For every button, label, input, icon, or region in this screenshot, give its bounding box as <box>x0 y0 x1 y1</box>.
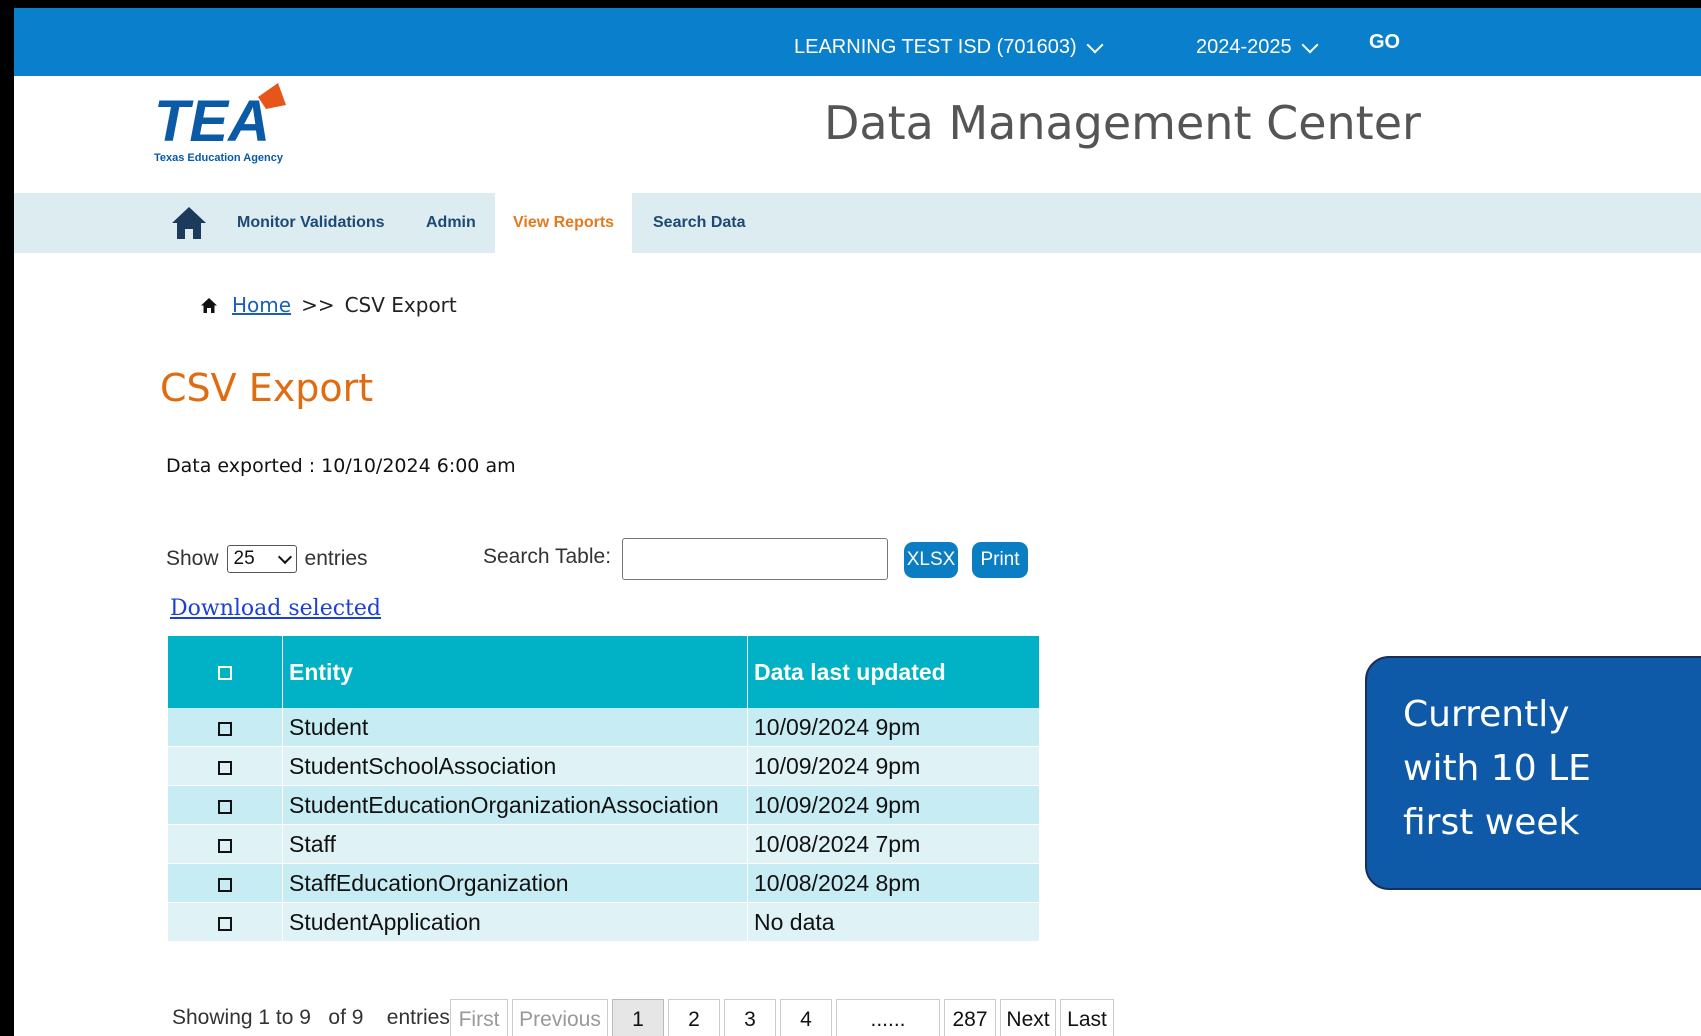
table-row: StudentApplication No data <box>168 902 1040 942</box>
data-exported-text: Data exported : 10/10/2024 6:00 am <box>166 455 516 477</box>
nav-monitor-validations[interactable]: Monitor Validations <box>237 193 385 253</box>
callout-line: Currently <box>1403 694 1570 735</box>
pagination-page[interactable]: 2 <box>668 999 720 1036</box>
table-row: StudentEducationOrganizationAssociation … <box>168 785 1040 825</box>
row-checkbox-cell[interactable] <box>168 746 283 786</box>
main-nav: Monitor Validations Admin View Reports S… <box>14 193 1701 253</box>
district-dropdown[interactable]: LEARNING TEST ISD (701603) <box>794 36 1104 59</box>
column-header-updated[interactable]: Data last updated <box>747 636 1040 708</box>
nav-search-data[interactable]: Search Data <box>653 193 746 253</box>
nav-admin[interactable]: Admin <box>426 193 476 253</box>
nav-view-reports[interactable]: View Reports <box>495 193 633 253</box>
row-checkbox[interactable] <box>218 838 232 853</box>
breadcrumb-separator: >> <box>301 293 335 317</box>
home-nav-button[interactable] <box>170 205 208 241</box>
download-selected-link[interactable]: Download selected <box>170 596 381 621</box>
entity-cell: StaffEducationOrganization <box>282 863 748 903</box>
pagination-page[interactable]: 1 <box>612 999 664 1036</box>
page-title: CSV Export <box>160 366 374 410</box>
tea-logo-icon: TEA Texas Education Agency <box>154 83 286 164</box>
tea-logo[interactable]: TEA Texas Education Agency <box>152 83 312 173</box>
entity-cell: StudentApplication <box>282 902 748 942</box>
app-title: Data Management Center <box>824 96 1421 150</box>
logo-subtitle: Texas Education Agency <box>154 152 284 164</box>
entries-select-value: 25 <box>233 548 255 569</box>
updated-cell: 10/09/2024 9pm <box>747 746 1040 786</box>
table-header-row: Entity Data last updated <box>168 636 1040 708</box>
row-checkbox[interactable] <box>218 877 232 892</box>
updated-cell: 10/09/2024 9pm <box>747 785 1040 825</box>
select-all-checkbox[interactable] <box>218 666 232 681</box>
updated-cell: No data <box>747 902 1040 942</box>
pagination: First Previous 1 2 3 4 ...... 287 Next L… <box>450 999 1118 1036</box>
home-icon <box>201 297 217 313</box>
table-row: Staff 10/08/2024 7pm <box>168 824 1040 864</box>
select-all-header[interactable] <box>168 636 283 708</box>
top-bar: LEARNING TEST ISD (701603) 2024-2025 GO <box>14 8 1701 76</box>
page: LEARNING TEST ISD (701603) 2024-2025 GO … <box>14 8 1701 1036</box>
show-label: Show <box>166 547 219 570</box>
row-checkbox-cell[interactable] <box>168 902 283 942</box>
print-button[interactable]: Print <box>972 542 1028 578</box>
row-checkbox-cell[interactable] <box>168 785 283 825</box>
updated-cell: 10/08/2024 7pm <box>747 824 1040 864</box>
callout-line: with 10 LE <box>1403 748 1591 789</box>
callout-line: first week <box>1403 802 1580 843</box>
updated-cell: 10/09/2024 9pm <box>747 708 1040 747</box>
row-checkbox[interactable] <box>218 916 232 931</box>
entity-cell: Staff <box>282 824 748 864</box>
go-button[interactable]: GO <box>1369 31 1400 54</box>
breadcrumb-home-link[interactable]: Home <box>232 293 291 317</box>
search-table-input[interactable] <box>622 538 888 580</box>
row-checkbox[interactable] <box>218 760 232 775</box>
entries-label: entries <box>304 547 368 570</box>
entity-table: Entity Data last updated Student 10/09/2… <box>168 636 1040 942</box>
row-checkbox[interactable] <box>218 721 232 736</box>
pagination-first[interactable]: First <box>450 999 508 1036</box>
column-header-entity[interactable]: Entity <box>282 636 748 708</box>
entity-cell: StudentEducationOrganizationAssociation <box>282 785 748 825</box>
entries-control: Show 25 entries <box>166 545 368 573</box>
pagination-page-last-number[interactable]: 287 <box>944 999 996 1036</box>
table-row: Student 10/09/2024 9pm <box>168 708 1040 747</box>
search-table-label: Search Table: <box>483 545 612 568</box>
table-row: StaffEducationOrganization 10/08/2024 8p… <box>168 863 1040 903</box>
entity-cell: StudentSchoolAssociation <box>282 746 748 786</box>
table-info-text: Showing 1 to 9 of 9 entries <box>172 1006 450 1029</box>
entity-cell: Student <box>282 708 748 747</box>
xlsx-button[interactable]: XLSX <box>904 542 958 578</box>
pagination-ellipsis: ...... <box>836 999 940 1036</box>
chevron-down-icon <box>1086 36 1104 53</box>
year-label: 2024-2025 <box>1196 36 1292 58</box>
row-checkbox-cell[interactable] <box>168 708 283 747</box>
table-row: StudentSchoolAssociation 10/09/2024 9pm <box>168 746 1040 786</box>
pagination-next[interactable]: Next <box>1000 999 1056 1036</box>
pagination-page[interactable]: 3 <box>724 999 776 1036</box>
breadcrumb: Home >> CSV Export <box>200 293 457 317</box>
chevron-down-icon <box>277 549 292 565</box>
breadcrumb-current: CSV Export <box>344 293 457 317</box>
pagination-last[interactable]: Last <box>1060 999 1114 1036</box>
row-checkbox-cell[interactable] <box>168 863 283 903</box>
logo-text: TEA <box>154 89 270 154</box>
pagination-previous[interactable]: Previous <box>512 999 608 1036</box>
pagination-page[interactable]: 4 <box>780 999 832 1036</box>
chevron-down-icon <box>1301 36 1319 53</box>
row-checkbox-cell[interactable] <box>168 824 283 864</box>
updated-cell: 10/08/2024 8pm <box>747 863 1040 903</box>
home-icon <box>172 207 206 239</box>
callout-box: Currently with 10 LE first week <box>1365 656 1701 890</box>
row-checkbox[interactable] <box>218 799 232 814</box>
district-label: LEARNING TEST ISD (701603) <box>794 36 1077 58</box>
year-dropdown[interactable]: 2024-2025 <box>1196 36 1319 59</box>
entries-select[interactable]: 25 <box>226 545 297 573</box>
